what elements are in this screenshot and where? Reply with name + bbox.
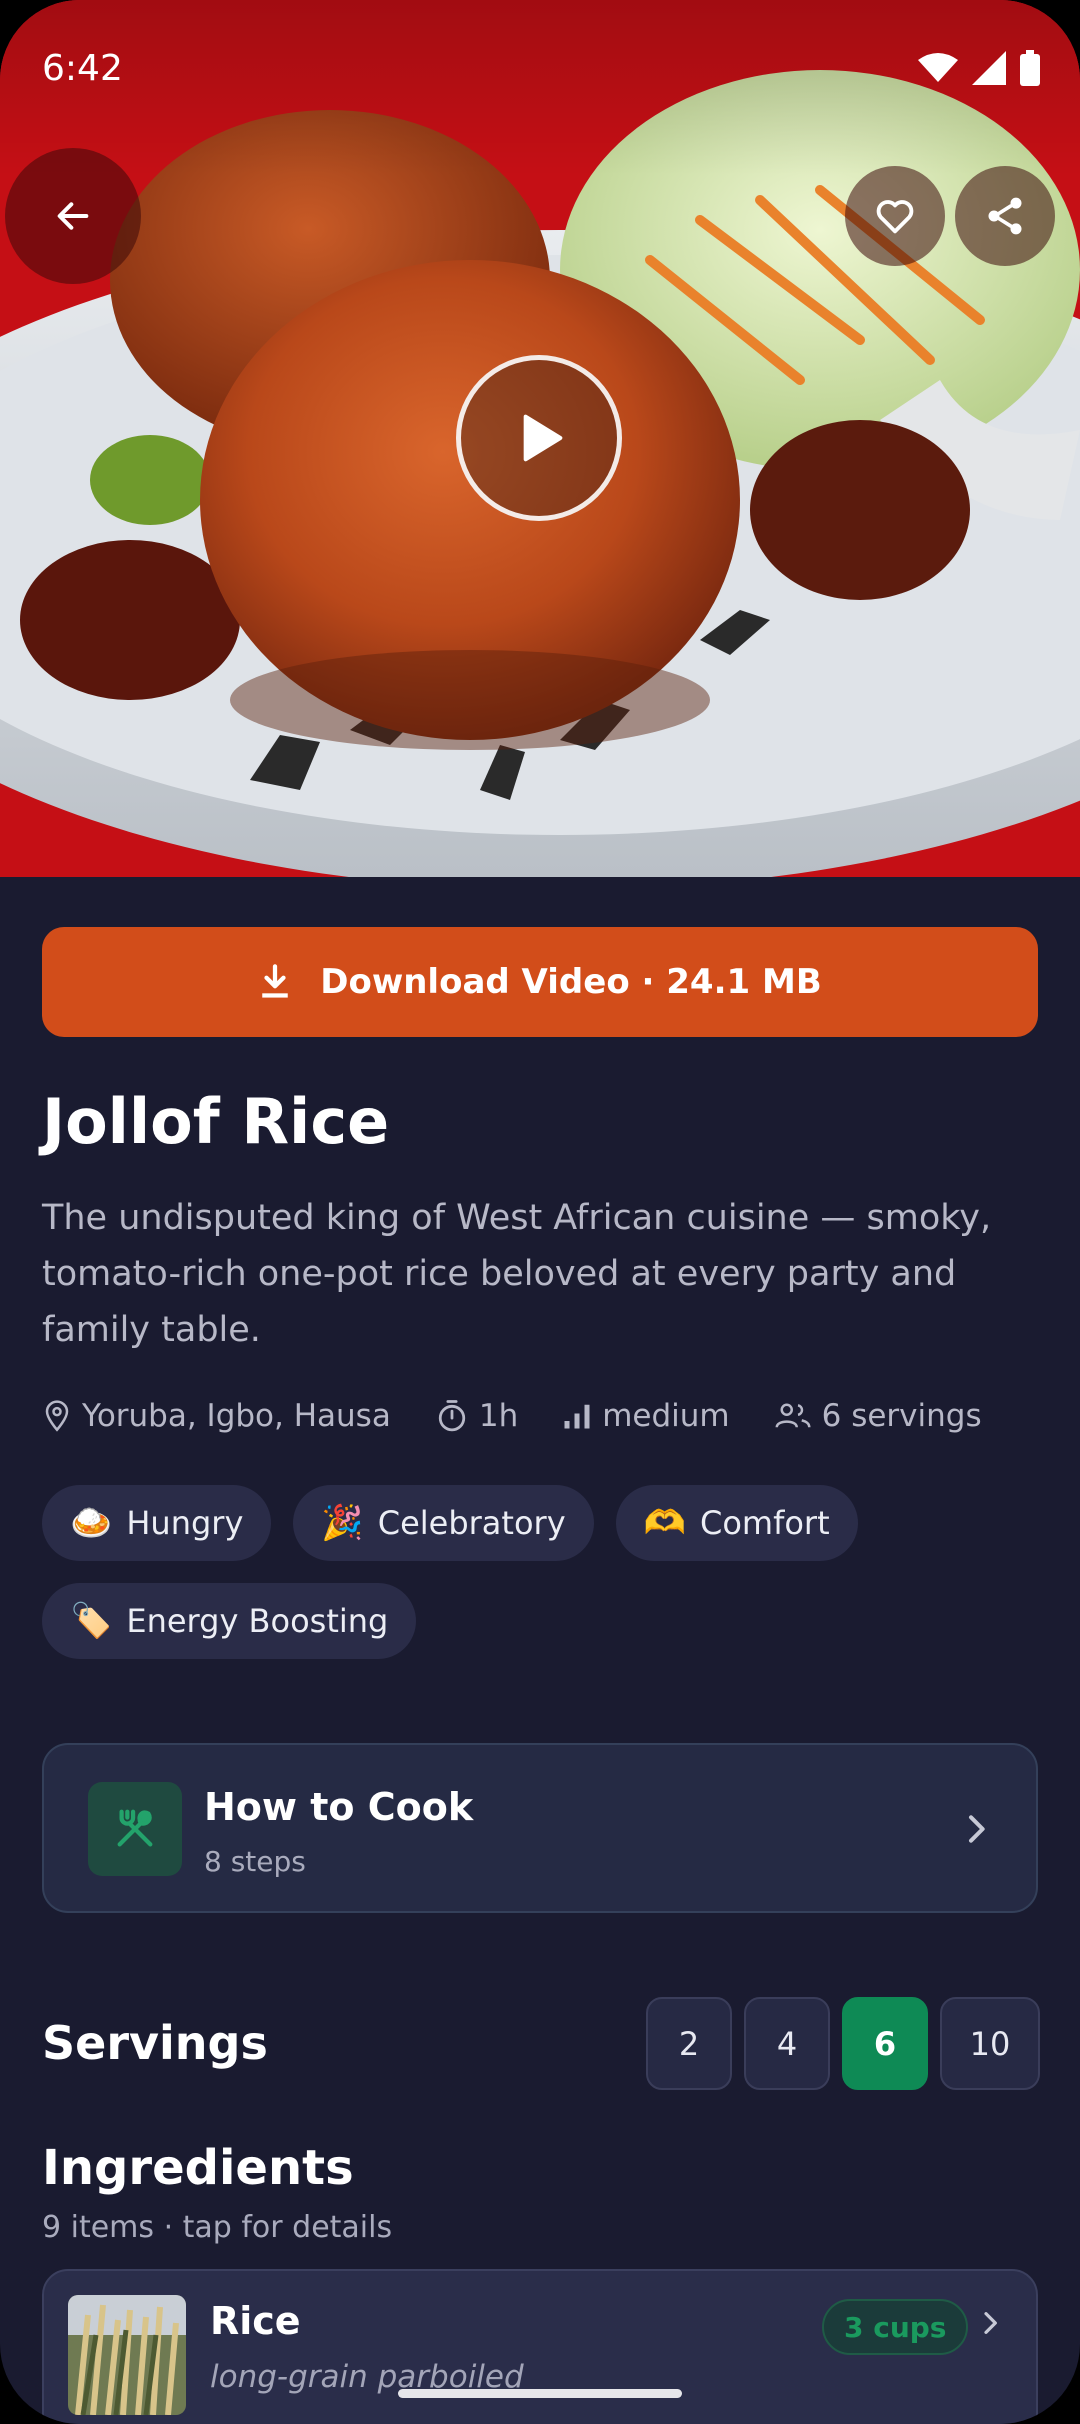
meta-origin: Yoruba, Igbo, Hausa — [42, 1398, 391, 1434]
cellular-signal-icon — [972, 51, 1006, 85]
how-to-cook-title: How to Cook — [204, 1785, 474, 1829]
status-icons — [918, 50, 1040, 86]
meta-servings-text: 6 servings — [821, 1398, 982, 1434]
home-indicator[interactable] — [398, 2389, 682, 2398]
share-button[interactable] — [955, 166, 1055, 266]
download-icon — [262, 964, 288, 998]
meta-difficulty: medium — [562, 1398, 730, 1434]
cook-icon-badge — [88, 1782, 182, 1876]
play-icon — [523, 414, 563, 462]
timer-icon — [438, 1400, 465, 1432]
meta-servings: 6 servings — [774, 1398, 982, 1434]
tag-chip[interactable]: 🫶 Comfort — [615, 1485, 858, 1561]
favorite-button[interactable] — [845, 166, 945, 266]
tag-label: Celebratory — [377, 1504, 566, 1542]
play-video-button[interactable] — [456, 355, 622, 521]
tag-emoji: 🍛 — [70, 1503, 113, 1543]
tag-label: Comfort — [699, 1504, 830, 1542]
ingredient-amount-badge: 3 cups — [822, 2299, 969, 2355]
download-video-button[interactable]: Download Video · 24.1 MB — [42, 927, 1038, 1037]
recipe-tags: 🍛 Hungry 🎉 Celebratory 🫶 Comfort 🏷️ Ener… — [42, 1485, 1042, 1659]
tag-label: Hungry — [126, 1504, 244, 1542]
heart-icon — [876, 200, 914, 234]
tag-label: Energy Boosting — [126, 1602, 389, 1640]
ingredient-thumbnail — [68, 2295, 186, 2415]
ingredient-name: Rice — [210, 2299, 301, 2343]
status-time: 6:42 — [42, 48, 123, 89]
wifi-icon — [918, 53, 958, 82]
recipe-screen: 6:42 Download Video · 24.1 MB Jollof Ric… — [0, 0, 1080, 2424]
recipe-description: The undisputed king of West African cuis… — [42, 1198, 992, 1350]
how-to-cook-card[interactable]: How to Cook 8 steps — [42, 1743, 1038, 1913]
battery-icon — [1020, 50, 1040, 86]
arrow-left-icon — [57, 202, 89, 230]
tag-chip[interactable]: 🏷️ Energy Boosting — [42, 1583, 417, 1659]
servings-option-4[interactable]: 4 — [744, 1997, 830, 2090]
meta-origin-text: Yoruba, Igbo, Hausa — [82, 1398, 391, 1434]
servings-selector: 2 4 6 10 — [646, 1997, 1040, 2090]
meta-difficulty-text: medium — [602, 1398, 730, 1434]
difficulty-bars-icon — [564, 1404, 590, 1429]
chevron-right-icon — [984, 2312, 997, 2334]
back-button[interactable] — [5, 148, 141, 284]
ingredients-count: 9 items · tap for details — [42, 2210, 393, 2245]
tag-chip[interactable]: 🍛 Hungry — [42, 1485, 272, 1561]
utensils-icon — [117, 1809, 153, 1847]
ingredients-title: Ingredients — [42, 2140, 354, 2196]
recipe-title: Jollof Rice — [42, 1085, 390, 1158]
servings-option-2[interactable]: 2 — [646, 1997, 732, 2090]
tag-chip[interactable]: 🎉 Celebratory — [293, 1485, 594, 1561]
servings-option-6[interactable]: 6 — [842, 1997, 928, 2090]
servings-option-10[interactable]: 10 — [940, 1997, 1040, 2090]
ingredient-row[interactable]: Rice long-grain parboiled 3 cups — [42, 2269, 1038, 2424]
download-label: Download Video · 24.1 MB — [320, 962, 822, 1002]
tag-emoji: 🎉 — [321, 1503, 364, 1543]
meta-time: 1h — [435, 1398, 518, 1434]
people-icon — [775, 1403, 811, 1428]
recipe-hero-image[interactable]: 6:42 — [0, 0, 1080, 877]
tag-emoji: 🏷️ — [70, 1601, 113, 1641]
status-bar: 6:42 — [0, 0, 1080, 140]
meta-time-text: 1h — [478, 1398, 519, 1434]
recipe-meta-row: Yoruba, Igbo, Hausa 1h medium 6 servings — [42, 1398, 1026, 1434]
how-to-cook-steps: 8 steps — [204, 1845, 306, 1878]
location-pin-icon — [45, 1400, 69, 1432]
chevron-right-icon — [969, 1815, 985, 1843]
share-icon — [988, 197, 1022, 235]
rice-plant-image — [68, 2295, 186, 2415]
servings-label: Servings — [42, 2016, 268, 2070]
tag-emoji: 🫶 — [643, 1503, 686, 1543]
